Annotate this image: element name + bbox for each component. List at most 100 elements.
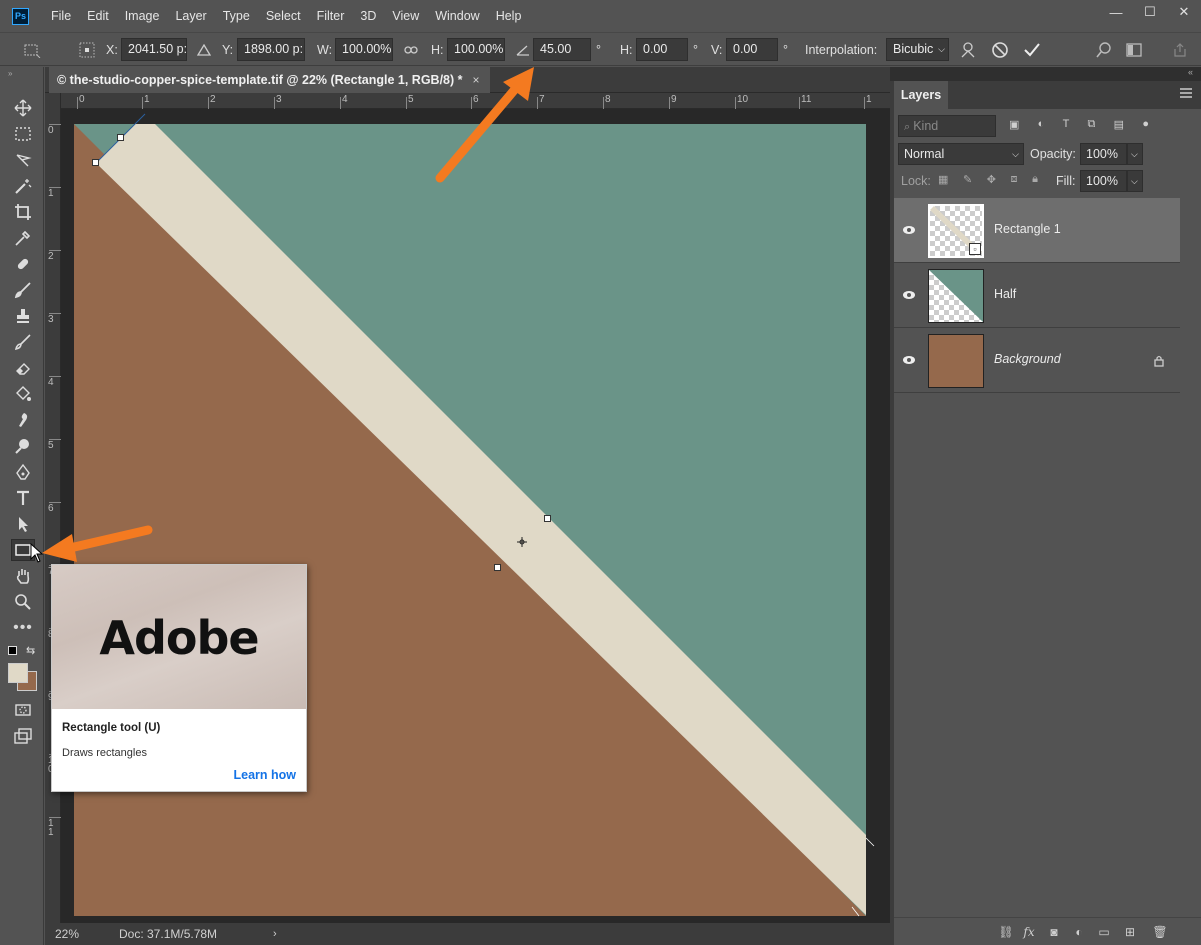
- visibility-eye-icon[interactable]: [902, 354, 916, 366]
- menu-type[interactable]: Type: [215, 0, 258, 32]
- menu-edit[interactable]: Edit: [79, 0, 117, 32]
- clone-stamp-tool-icon[interactable]: [11, 305, 35, 327]
- lock-transparent-icon[interactable]: ▦: [938, 173, 948, 186]
- menu-file[interactable]: File: [43, 0, 79, 32]
- search-icon[interactable]: [1094, 40, 1114, 60]
- link-layers-icon[interactable]: ⛓: [998, 924, 1014, 940]
- panel-menu-icon[interactable]: [1179, 87, 1195, 101]
- more-tools-icon[interactable]: •••: [11, 617, 35, 639]
- layer-row-half[interactable]: Half: [894, 263, 1180, 328]
- eyedropper-tool-icon[interactable]: [11, 227, 35, 249]
- swap-colors-icon[interactable]: ⇆: [26, 644, 35, 657]
- rotation-angle-field[interactable]: 45.00: [533, 38, 591, 61]
- transform-handle-right[interactable]: [544, 515, 551, 522]
- add-mask-icon[interactable]: ◙: [1046, 924, 1062, 940]
- workspace-icon[interactable]: [1124, 40, 1144, 60]
- path-selection-tool-icon[interactable]: [11, 513, 35, 535]
- lasso-tool-icon[interactable]: [11, 149, 35, 171]
- menu-layer[interactable]: Layer: [167, 0, 214, 32]
- opacity-field[interactable]: 100%: [1080, 143, 1127, 165]
- collapse-icon[interactable]: «: [1188, 67, 1193, 77]
- lock-artboard-icon[interactable]: ⧈: [1011, 173, 1018, 186]
- panel-collapse-bar[interactable]: «: [890, 67, 1201, 81]
- fill-field[interactable]: 100%: [1080, 170, 1127, 192]
- height-field[interactable]: 100.00%: [447, 38, 505, 61]
- ruler-vertical[interactable]: 01234567891011: [45, 93, 61, 925]
- adjustment-filter-icon[interactable]: ◐: [1038, 118, 1045, 134]
- smart-object-filter-icon[interactable]: ▤: [1114, 118, 1124, 134]
- vertical-skew-field[interactable]: 0.00: [726, 38, 778, 61]
- eraser-tool-icon[interactable]: [11, 357, 35, 379]
- new-layer-icon[interactable]: ⊞: [1122, 924, 1138, 940]
- marquee-tool-icon[interactable]: [11, 123, 35, 145]
- menu-filter[interactable]: Filter: [309, 0, 353, 32]
- minimize-button[interactable]: —: [1099, 0, 1133, 24]
- new-group-icon[interactable]: ▭: [1096, 924, 1112, 940]
- image-filter-icon[interactable]: ▣: [1009, 118, 1019, 134]
- canvas-artwork[interactable]: [61, 110, 890, 925]
- type-tool-icon[interactable]: [11, 487, 35, 509]
- magic-wand-tool-icon[interactable]: [11, 175, 35, 197]
- canvas-area[interactable]: [61, 110, 890, 925]
- menu-3d[interactable]: 3D: [352, 0, 384, 32]
- document-tab[interactable]: © the-studio-copper-spice-template.tif @…: [49, 67, 490, 93]
- relative-positioning-icon[interactable]: [194, 40, 214, 60]
- smudge-tool-icon[interactable]: [11, 409, 35, 431]
- screen-mode-icon[interactable]: [11, 725, 35, 747]
- visibility-eye-icon[interactable]: [902, 224, 916, 236]
- crop-tool-icon[interactable]: [11, 201, 35, 223]
- transform-handle-top-left[interactable]: [92, 159, 99, 166]
- layer-filter-select[interactable]: ⌕ Kind: [898, 115, 996, 137]
- delete-layer-icon[interactable]: 🗑︎: [1152, 924, 1168, 940]
- foreground-color-swatch[interactable]: [8, 663, 28, 683]
- menu-help[interactable]: Help: [488, 0, 530, 32]
- adjustment-layer-icon[interactable]: ◐: [1071, 924, 1087, 940]
- opacity-dropdown-icon[interactable]: ⌵: [1127, 143, 1143, 165]
- x-position-field[interactable]: 2041.50 p:: [121, 38, 187, 61]
- default-colors-icon[interactable]: [8, 646, 17, 655]
- paint-bucket-tool-icon[interactable]: [11, 383, 35, 405]
- move-tool-icon[interactable]: [11, 97, 35, 119]
- layer-row-rectangle-1[interactable]: ▫ Rectangle 1: [894, 198, 1180, 263]
- transform-tool-icon[interactable]: [22, 40, 42, 60]
- filter-toggle-icon[interactable]: ●: [1142, 118, 1149, 134]
- brush-tool-icon[interactable]: [11, 279, 35, 301]
- visibility-eye-icon[interactable]: [902, 289, 916, 301]
- status-menu-icon[interactable]: ›: [273, 928, 277, 940]
- zoom-tool-icon[interactable]: [11, 591, 35, 613]
- layer-name[interactable]: Half: [994, 287, 1016, 301]
- transform-handle-top[interactable]: [117, 134, 124, 141]
- menu-select[interactable]: Select: [258, 0, 309, 32]
- warp-mode-icon[interactable]: [958, 40, 978, 60]
- blend-mode-select[interactable]: Normal ⌵: [898, 143, 1024, 165]
- tab-layers[interactable]: Layers: [894, 81, 948, 109]
- history-brush-tool-icon[interactable]: [11, 331, 35, 353]
- close-window-button[interactable]: ✕: [1167, 0, 1201, 24]
- fill-dropdown-icon[interactable]: ⌵: [1127, 170, 1143, 192]
- dodge-tool-icon[interactable]: [11, 435, 35, 457]
- fx-icon[interactable]: fx: [1021, 924, 1037, 940]
- y-position-field[interactable]: 1898.00 p:: [237, 38, 305, 61]
- expand-panel-icon[interactable]: »: [8, 69, 12, 78]
- menu-image[interactable]: Image: [117, 0, 168, 32]
- quick-mask-icon[interactable]: [11, 699, 35, 721]
- hand-tool-icon[interactable]: [11, 565, 35, 587]
- shape-filter-icon[interactable]: ⧉: [1088, 118, 1096, 134]
- type-filter-icon[interactable]: T: [1063, 118, 1070, 134]
- link-icon[interactable]: [401, 40, 421, 60]
- layer-name[interactable]: Rectangle 1: [994, 222, 1061, 236]
- pen-tool-icon[interactable]: [11, 461, 35, 483]
- lock-image-icon[interactable]: ✎: [963, 173, 972, 186]
- layer-name[interactable]: Background: [994, 352, 1061, 366]
- share-icon[interactable]: [1170, 40, 1190, 60]
- horizontal-skew-field[interactable]: 0.00: [636, 38, 688, 61]
- transform-handle-left[interactable]: [494, 564, 501, 571]
- ruler-horizontal[interactable]: 0 1 2 3 4 5 6 7 8 9 10 11 1: [60, 93, 890, 109]
- lock-position-icon[interactable]: ✥: [987, 173, 996, 186]
- menu-view[interactable]: View: [384, 0, 427, 32]
- interpolation-select[interactable]: Bicubic ⌵: [886, 38, 949, 61]
- cancel-transform-icon[interactable]: [990, 40, 1010, 60]
- reference-point-icon[interactable]: [77, 40, 97, 60]
- menu-window[interactable]: Window: [427, 0, 487, 32]
- healing-brush-tool-icon[interactable]: [11, 253, 35, 275]
